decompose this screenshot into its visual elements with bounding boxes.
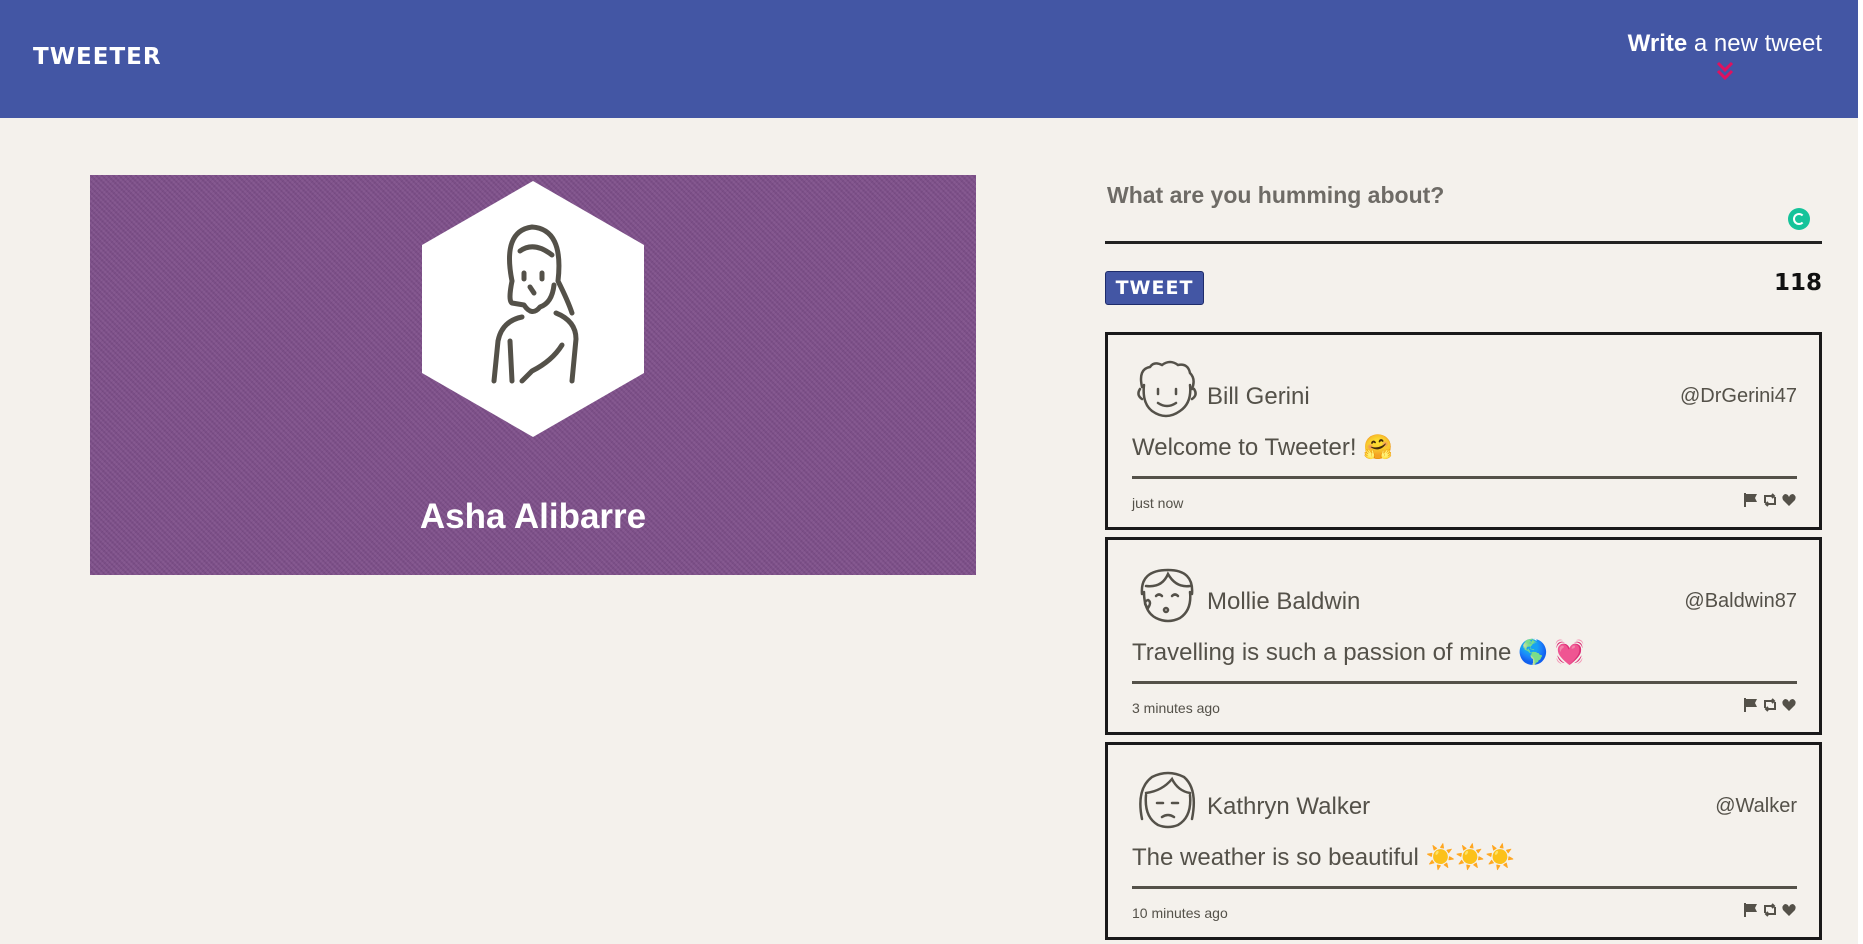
tweet-actions bbox=[1743, 697, 1797, 713]
retweet-icon[interactable] bbox=[1762, 492, 1778, 508]
tweet-card: Kathryn Walker @Walker The weather is so… bbox=[1105, 742, 1822, 940]
avatar bbox=[1132, 564, 1202, 626]
flag-icon[interactable] bbox=[1743, 697, 1759, 713]
brand-logo[interactable]: TWEETER bbox=[33, 44, 162, 70]
write-bold-text: Write bbox=[1627, 30, 1688, 57]
tweet-divider bbox=[1132, 476, 1797, 479]
tweet-submit-button[interactable]: TWEET bbox=[1105, 271, 1204, 305]
tweet-timestamp: 3 minutes ago bbox=[1132, 700, 1220, 716]
woman-kiss-avatar-icon bbox=[1140, 568, 1194, 623]
woman-sad-avatar-icon bbox=[1139, 771, 1195, 829]
avatar bbox=[1132, 769, 1202, 831]
tweet-card: Bill Gerini @DrGerini47 Welcome to Tweet… bbox=[1105, 332, 1822, 530]
compose-form bbox=[1105, 176, 1822, 249]
tweet-author-handle: @Baldwin87 bbox=[1684, 590, 1797, 612]
write-new-tweet-label: Write a new tweet bbox=[1628, 30, 1822, 58]
tweet-timestamp: just now bbox=[1132, 495, 1184, 511]
tweet-body: The weather is so beautiful ☀️☀️☀️ bbox=[1132, 844, 1516, 871]
profile-name: Asha Alibarre bbox=[419, 497, 647, 536]
tweet-author-handle: @DrGerini47 bbox=[1679, 385, 1797, 407]
retweet-icon[interactable] bbox=[1762, 902, 1778, 918]
character-counter: 118 bbox=[1773, 270, 1822, 296]
chevron-double-down-icon bbox=[1716, 61, 1733, 81]
tweet-divider bbox=[1132, 886, 1797, 889]
tweet-textarea[interactable] bbox=[1105, 176, 1822, 244]
tweet-author-handle: @Walker bbox=[1715, 795, 1797, 817]
avatar bbox=[1132, 359, 1202, 421]
tweet-timestamp: 10 minutes ago bbox=[1132, 905, 1228, 921]
heart-icon[interactable] bbox=[1781, 902, 1797, 918]
retweet-icon[interactable] bbox=[1762, 697, 1778, 713]
tweet-author-name: Mollie Baldwin bbox=[1207, 588, 1361, 615]
write-new-tweet-toggle[interactable]: Write a new tweet bbox=[1628, 30, 1822, 82]
tweet-actions bbox=[1743, 492, 1797, 508]
tweet-divider bbox=[1132, 681, 1797, 684]
tweet-body: Welcome to Tweeter! 🤗 bbox=[1132, 434, 1394, 461]
profile-avatar bbox=[422, 181, 644, 437]
tweet-author-name: Bill Gerini bbox=[1207, 383, 1310, 410]
flag-icon[interactable] bbox=[1743, 902, 1759, 918]
flag-icon[interactable] bbox=[1743, 492, 1759, 508]
profile-card: Asha Alibarre bbox=[90, 175, 976, 575]
woman-avatar-icon bbox=[491, 224, 579, 384]
tweet-actions bbox=[1743, 902, 1797, 918]
window-edge bbox=[1858, 0, 1863, 944]
tweet-list: Bill Gerini @DrGerini47 Welcome to Tweet… bbox=[1105, 332, 1822, 944]
top-nav: TWEETER Write a new tweet bbox=[0, 0, 1858, 118]
heart-icon[interactable] bbox=[1781, 697, 1797, 713]
tweet-card: Mollie Baldwin @Baldwin87 Travelling is … bbox=[1105, 537, 1822, 735]
grammarly-icon[interactable] bbox=[1788, 208, 1810, 230]
man-curly-hair-avatar-icon bbox=[1137, 360, 1197, 418]
write-rest-text: a new tweet bbox=[1687, 30, 1822, 57]
heart-icon[interactable] bbox=[1781, 492, 1797, 508]
tweet-author-name: Kathryn Walker bbox=[1207, 793, 1371, 820]
tweet-body: Travelling is such a passion of mine 🌎 💓 bbox=[1132, 639, 1585, 666]
